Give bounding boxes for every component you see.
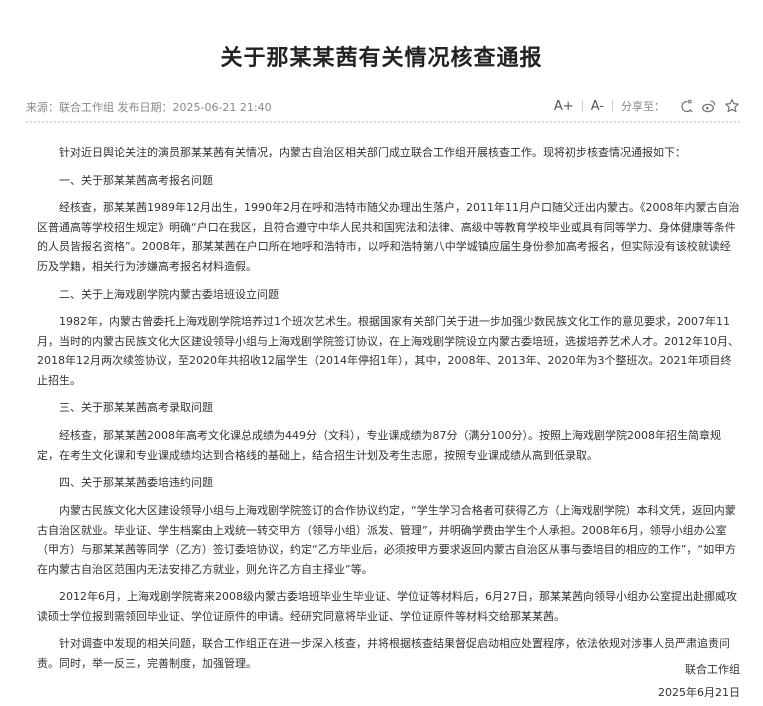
closing-paragraph: 针对调查中发现的相关问题，联合工作组正在进一步深入核查，并将根据核查结果督促启动… bbox=[37, 637, 730, 670]
intro-paragraph: 针对近日舆论关注的演员那某某茜有关情况，内蒙古自治区相关部门成立联合工作组开展核… bbox=[59, 146, 686, 159]
section-paragraph-1: 经核查，那某某茜1989年12月出生，1990年2月在呼和浩特市随父办理出生落户… bbox=[37, 201, 740, 273]
section-paragraph-4a: 内蒙古民族文化大区建设领导小组与上海戏剧学院签订的合作协议约定，“学生学习合格者… bbox=[37, 504, 737, 576]
tool-separator bbox=[581, 100, 583, 112]
meta-tools: A+ A- 分享至： bbox=[554, 97, 740, 115]
article-meta: 来源：联合工作组 发布日期：2025-06-21 21:40 A+ A- 分享至… bbox=[26, 97, 740, 115]
section-paragraph-2: 1982年，内蒙古曾委托上海戏剧学院培养过1个班次艺术生。根据国家有关部门关于进… bbox=[37, 315, 739, 387]
section-heading-1: 一、关于那某某茜高考报名问题 bbox=[59, 173, 213, 187]
article-page: 关于那某某茜有关情况核查通报 来源：联合工作组 发布日期：2025-06-21 … bbox=[0, 0, 763, 706]
section-paragraph-4b: 2012年6月，上海戏剧学院寄来2008级内蒙古委培班毕业生毕业证、学位证等材料… bbox=[37, 590, 737, 623]
publish-date: 2025年6月21日 bbox=[658, 686, 740, 699]
signature: 联合工作组 bbox=[685, 663, 740, 676]
font-increase-button[interactable]: A+ bbox=[554, 99, 574, 114]
wechat-share-icon[interactable] bbox=[678, 98, 694, 114]
font-decrease-button[interactable]: A- bbox=[591, 99, 604, 114]
section-heading-3: 三、关于那某某茜高考录取问题 bbox=[59, 401, 213, 415]
section-heading-4: 四、关于那某某茜委培违约问题 bbox=[59, 476, 213, 490]
meta-divider bbox=[26, 121, 740, 123]
article-body: 针对近日舆论关注的演员那某某茜有关情况，内蒙古自治区相关部门成立联合工作组开展核… bbox=[37, 143, 740, 682]
article-title: 关于那某某茜有关情况核查通报 bbox=[220, 46, 543, 71]
section-heading-2: 二、关于上海戏剧学院内蒙古委培班设立问题 bbox=[59, 287, 279, 301]
favorite-star-icon[interactable] bbox=[724, 98, 740, 114]
source-and-date: 来源：联合工作组 发布日期：2025-06-21 21:40 bbox=[26, 101, 272, 114]
tool-separator bbox=[612, 100, 613, 112]
weibo-share-icon[interactable] bbox=[701, 98, 717, 114]
section-paragraph-3: 经核查，那某某茜2008年高考文化课总成绩为449分（文科），专业课成绩为87分… bbox=[37, 429, 721, 462]
share-label: 分享至： bbox=[621, 100, 665, 113]
